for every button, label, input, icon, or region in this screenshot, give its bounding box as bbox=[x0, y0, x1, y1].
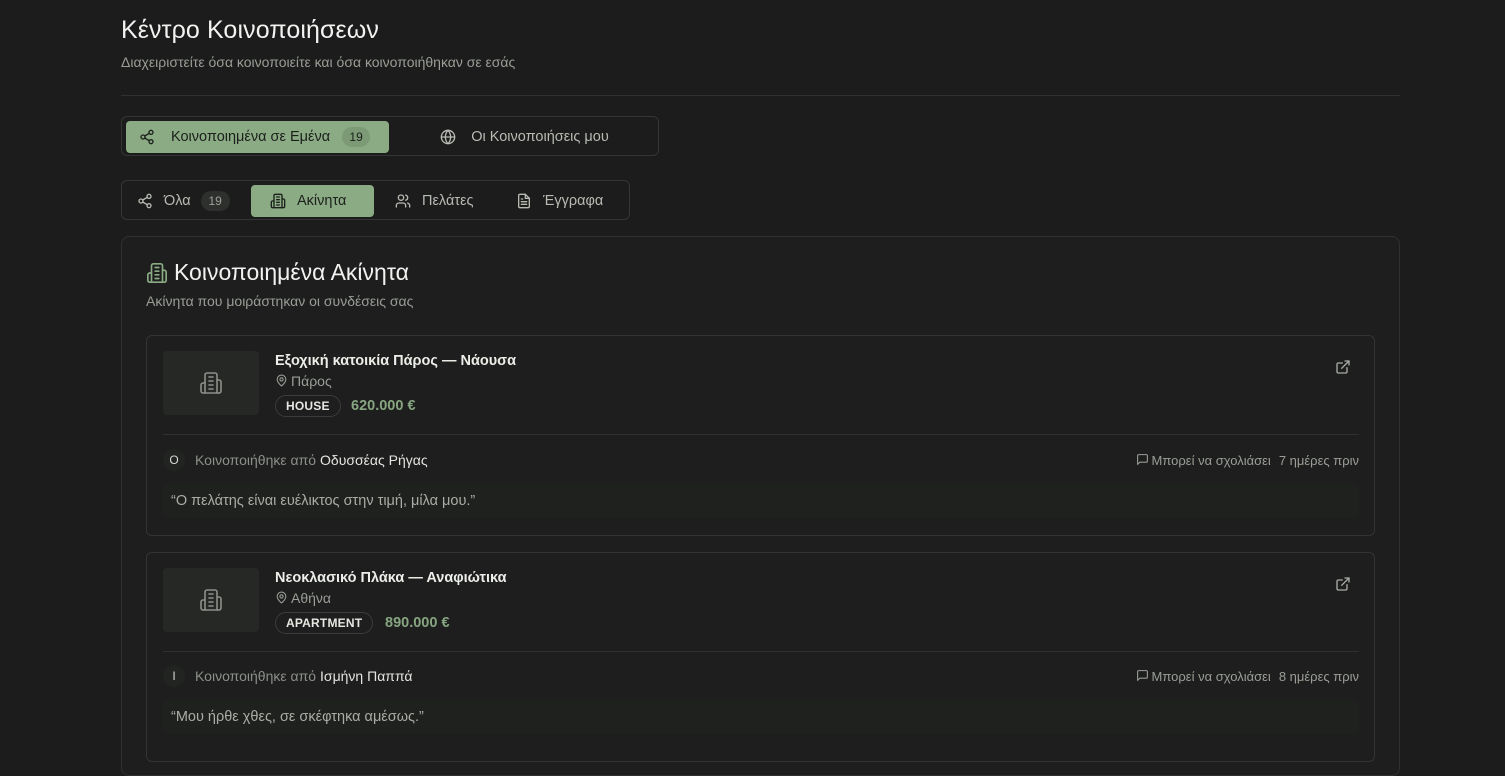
property-location-text: Αθήνα bbox=[291, 590, 332, 606]
avatar: Ο bbox=[163, 449, 185, 471]
shared-with-me-label: Κοινοποιημένα σε Εμένα bbox=[171, 129, 331, 145]
building-icon bbox=[269, 192, 287, 210]
property-price: 620.000 € bbox=[351, 398, 416, 414]
users-icon bbox=[394, 192, 412, 210]
shared-by-name: Ισμήνη Παππά bbox=[320, 668, 413, 684]
my-shares-label: Οι Κοινοποιήσεις μου bbox=[471, 129, 609, 145]
property-card[interactable]: Εξοχική κατοικία Πάρος — Νάουσα Πάρος HO… bbox=[146, 335, 1375, 536]
header-divider bbox=[121, 95, 1400, 96]
comment-icon bbox=[1136, 669, 1150, 683]
shared-by-label: Κοινοποιήθηκε από bbox=[195, 452, 317, 468]
share-info-row: Ι Κοινοποιήθηκε από Ισμήνη Παππά Μπορεί … bbox=[163, 664, 1359, 688]
my-shares-button[interactable]: Οι Κοινοποιήσεις μου bbox=[393, 121, 655, 153]
property-card[interactable]: Νεοκλασικό Πλάκα — Αναφιώτικα Αθήνα APAR… bbox=[146, 552, 1375, 762]
building-icon bbox=[146, 262, 168, 284]
document-icon bbox=[515, 192, 533, 210]
map-pin-icon bbox=[275, 591, 289, 605]
share-icon bbox=[138, 128, 156, 146]
external-link-icon[interactable] bbox=[1334, 575, 1352, 593]
shared-with-me-button[interactable]: Κοινοποιημένα σε Εμένα 19 bbox=[126, 121, 389, 153]
building-icon bbox=[200, 372, 222, 394]
share-note: “Μου ήρθε χθες, σε σκέφτηκα αμέσως.” bbox=[163, 700, 1359, 734]
panel-title-text: Κοινοποιημένα Ακίνητα bbox=[174, 259, 409, 285]
globe-icon bbox=[439, 128, 457, 146]
share-meta: Μπορεί να σχολιάσει 8 ημέρες πριν bbox=[1136, 669, 1359, 684]
page-subtitle: Διαχειριστείτε όσα κοινοποιείτε και όσα … bbox=[121, 54, 516, 70]
permission-text: Μπορεί να σχολιάσει bbox=[1151, 452, 1271, 468]
property-name[interactable]: Εξοχική κατοικία Πάρος — Νάουσα bbox=[275, 353, 516, 369]
property-location-text: Πάρος bbox=[291, 373, 332, 389]
tab-documents[interactable]: Έγγραφα bbox=[515, 185, 621, 217]
comment-icon bbox=[1136, 453, 1150, 467]
tab-all-count: 19 bbox=[200, 191, 230, 211]
property-location: Πάρος bbox=[275, 373, 332, 389]
share-note: “Ο πελάτης είναι ευέλικτος στην τιμή, μί… bbox=[163, 484, 1359, 518]
panel-title: Κοινοποιημένα Ακίνητα bbox=[146, 259, 409, 286]
property-thumbnail bbox=[163, 351, 259, 415]
filter-tabs: Όλα 19 Ακίνητα Πελάτες Έγγραφα bbox=[121, 180, 630, 220]
tab-clients-label: Πελάτες bbox=[422, 193, 474, 209]
building-icon bbox=[200, 589, 222, 611]
page-title: Κέντρο Κοινοποιήσεων bbox=[121, 16, 379, 44]
property-type-badge: HOUSE bbox=[275, 395, 341, 417]
share-meta: Μπορεί να σχολιάσει 7 ημέρες πριν bbox=[1136, 453, 1359, 468]
tab-documents-label: Έγγραφα bbox=[543, 193, 604, 209]
permission-text: Μπορεί να σχολιάσει bbox=[1151, 668, 1271, 684]
property-thumbnail bbox=[163, 568, 259, 632]
shared-time: 8 ημέρες πριν bbox=[1278, 668, 1359, 684]
avatar: Ι bbox=[163, 665, 185, 687]
card-divider bbox=[163, 651, 1359, 652]
shared-with-me-count: 19 bbox=[342, 127, 371, 147]
share-icon bbox=[136, 192, 154, 210]
panel-subtitle: Ακίνητα που μοιράστηκαν οι συνδέσεις σας bbox=[146, 293, 414, 309]
external-link-icon[interactable] bbox=[1334, 358, 1352, 376]
tab-properties-label: Ακίνητα bbox=[297, 193, 347, 209]
map-pin-icon bbox=[275, 374, 289, 388]
property-location: Αθήνα bbox=[275, 590, 331, 606]
property-name[interactable]: Νεοκλασικό Πλάκα — Αναφιώτικα bbox=[275, 570, 507, 586]
shared-time: 7 ημέρες πριν bbox=[1278, 452, 1359, 468]
tab-all-label: Όλα bbox=[164, 193, 191, 209]
share-direction-switch: Κοινοποιημένα σε Εμένα 19 Οι Κοινοποιήσε… bbox=[121, 116, 659, 156]
property-type-badge: APARTMENT bbox=[275, 612, 374, 634]
tab-clients[interactable]: Πελάτες bbox=[394, 185, 504, 217]
shared-by-name: Οδυσσέας Ρήγας bbox=[320, 452, 428, 468]
card-divider bbox=[163, 434, 1359, 435]
tab-properties[interactable]: Ακίνητα bbox=[251, 185, 374, 217]
property-price: 890.000 € bbox=[385, 615, 450, 631]
share-info-row: Ο Κοινοποιήθηκε από Οδυσσέας Ρήγας Μπορε… bbox=[163, 448, 1359, 472]
shared-by-label: Κοινοποιήθηκε από bbox=[195, 668, 317, 684]
tab-all[interactable]: Όλα 19 bbox=[136, 185, 244, 217]
shared-properties-panel: Κοινοποιημένα Ακίνητα Ακίνητα που μοιράσ… bbox=[121, 236, 1400, 776]
